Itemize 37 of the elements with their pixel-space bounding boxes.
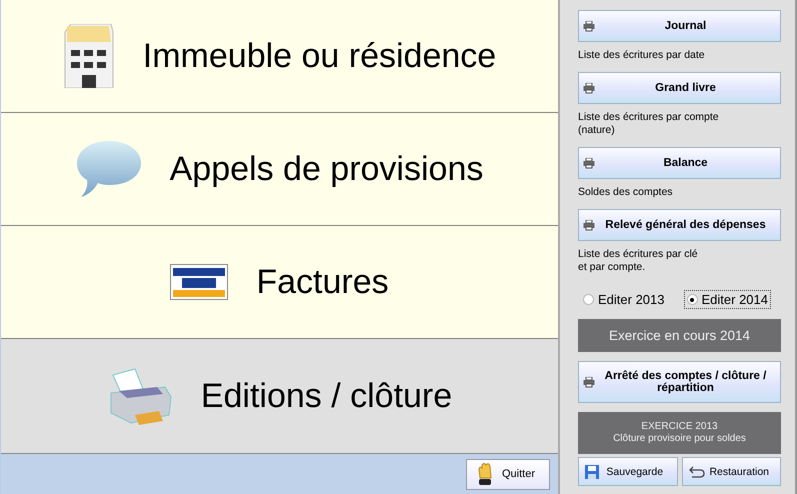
year-radio[interactable]: Editer 2013 <box>580 290 668 309</box>
printer-icon <box>583 20 595 32</box>
report-button[interactable]: Journal <box>578 10 781 42</box>
nav-tile[interactable]: Immeuble ou résidence <box>1 0 558 113</box>
backup-button[interactable]: Sauvegarde <box>578 457 678 486</box>
report-description: Soldes des comptes <box>578 186 674 199</box>
radio-button[interactable] <box>583 294 594 305</box>
undo-icon <box>688 466 704 478</box>
nav-label: Factures <box>256 262 389 302</box>
printer-icon <box>583 220 595 230</box>
printer-icon <box>583 82 595 94</box>
radio-button[interactable] <box>686 294 698 305</box>
report-button[interactable]: Balance <box>578 147 781 179</box>
report-button[interactable]: Grand livre <box>578 72 781 104</box>
nav-tile[interactable]: Appels de provisions <box>1 113 558 226</box>
save-icon <box>585 464 599 478</box>
quit-button[interactable]: Quitter <box>466 458 550 490</box>
speech-bubble-icon <box>76 140 142 198</box>
closing-button[interactable]: Arrêté des comptes / clôture / répartition <box>578 361 781 403</box>
year-radio[interactable]: Editer 2014 <box>684 290 771 309</box>
hand-icon <box>477 462 493 486</box>
report-description: Liste des écritures par compte (nature) <box>578 111 720 137</box>
building-icon <box>62 24 115 88</box>
report-description: Liste des écritures par clé et par compte. <box>578 248 699 274</box>
printer-icon <box>583 376 595 388</box>
current-year-banner: Exercice en cours 2014 <box>578 319 781 352</box>
report-description: Liste des écritures par date <box>578 49 706 62</box>
backup-button[interactable]: Restauration <box>682 457 781 486</box>
banner-subtitle: Clôture provisoire pour soldes <box>613 433 746 445</box>
printer-icon <box>583 158 595 168</box>
nav-label: Editions / clôture <box>200 376 452 416</box>
nav-label: Appels de provisions <box>170 150 484 188</box>
report-button[interactable]: Relevé général des dépenses <box>578 209 781 241</box>
credit-card-icon <box>170 264 228 300</box>
nav-tile[interactable]: Factures <box>1 226 558 339</box>
nav-label: Immeuble ou résidence <box>142 36 496 76</box>
banner-title: EXERCICE 2013 <box>641 421 718 433</box>
